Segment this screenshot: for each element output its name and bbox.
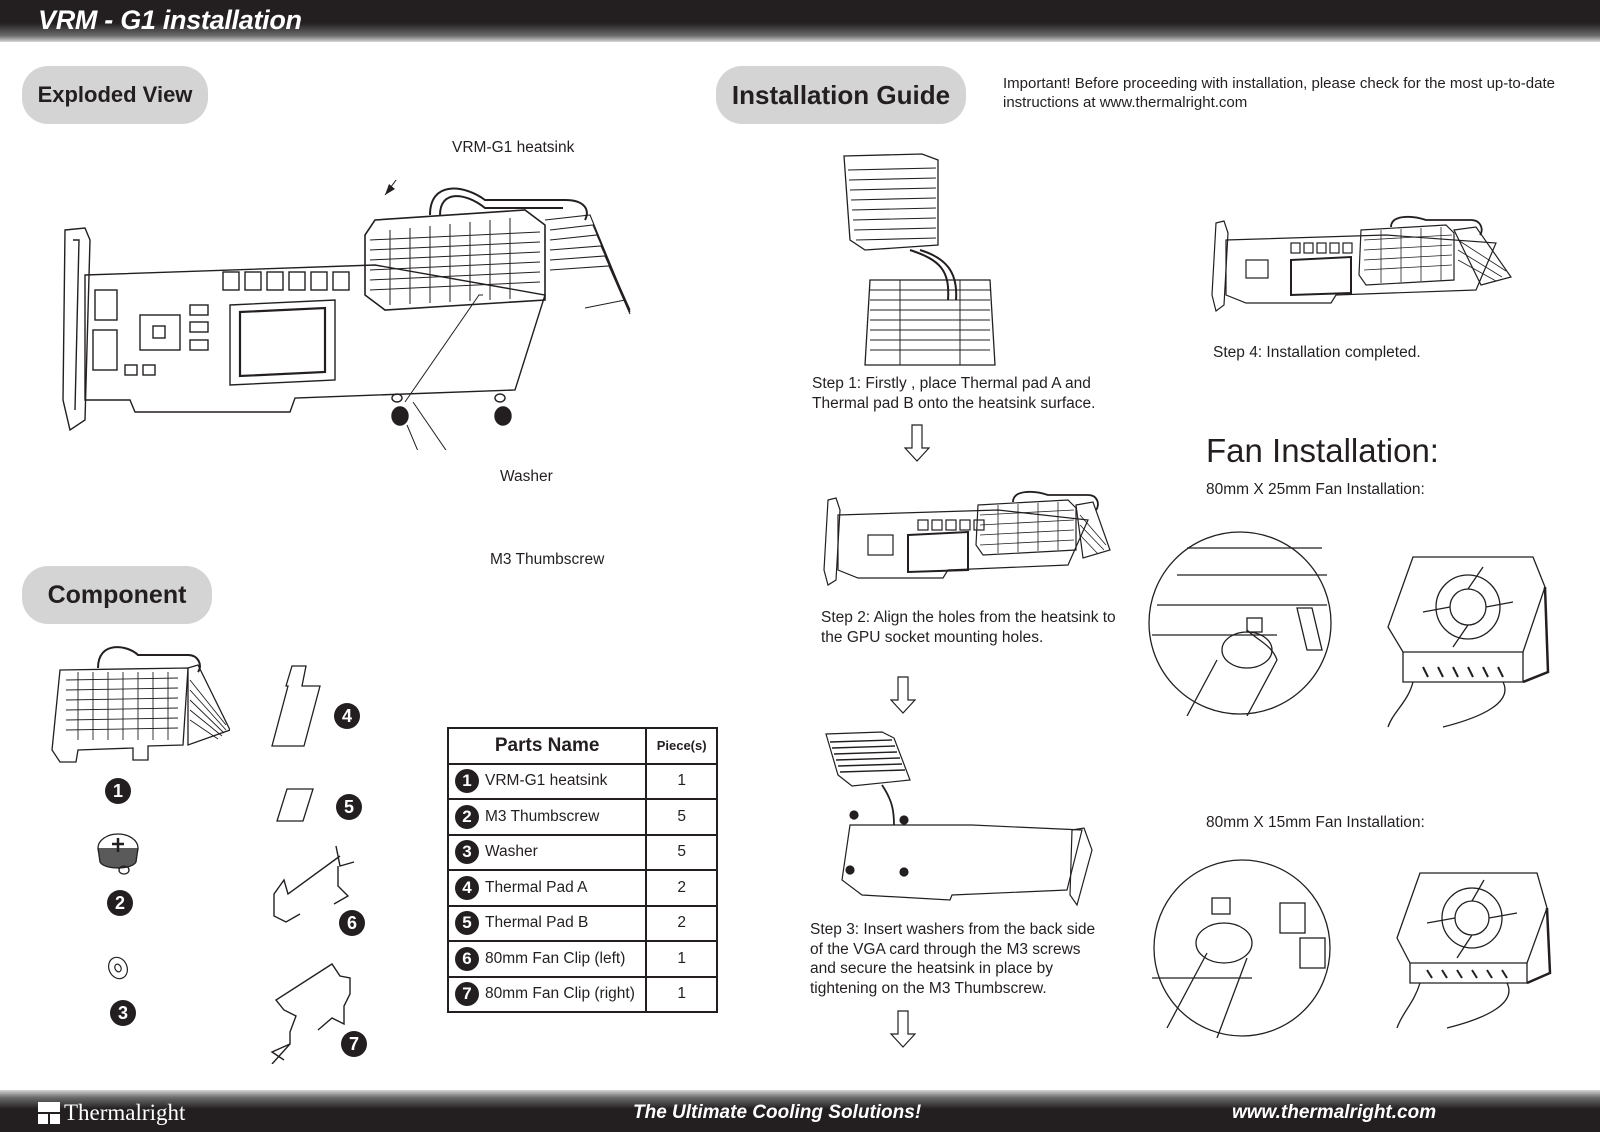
- fan-15mm-detail-illustration: [1152, 858, 1332, 1038]
- exploded-view-illustration: [45, 180, 645, 450]
- washer-illustration: [106, 956, 130, 980]
- component-number-badge: 1: [105, 778, 131, 804]
- arrow-down-icon: [890, 676, 916, 714]
- part-number-badge: 7: [455, 982, 479, 1007]
- step3-text: Step 3: Insert washers from the back sid…: [810, 921, 1096, 997]
- column-header-parts-name: Parts Name: [446, 727, 648, 765]
- arrow-down-icon: [890, 1010, 916, 1048]
- table-header-row: Parts Name Piece(s): [446, 727, 718, 765]
- part-number-badge: 6: [455, 946, 479, 971]
- callout-thumbscrew: M3 Thumbscrew: [490, 551, 605, 568]
- part-name: Washer: [485, 843, 538, 861]
- step2-text: Step 2: Align the holes from the heatsin…: [821, 609, 1116, 646]
- part-number-badge: 4: [455, 875, 479, 900]
- part-name: Thermal Pad A: [485, 878, 588, 896]
- component-number-badge: 2: [107, 890, 133, 916]
- part-name: 80mm Fan Clip (left): [485, 949, 626, 967]
- footer-bar: Thermalright The Ultimate Cooling Soluti…: [0, 1090, 1600, 1132]
- part-name: M3 Thumbscrew: [485, 807, 600, 825]
- part-name: 80mm Fan Clip (right): [485, 985, 635, 1003]
- part-quantity: 2: [645, 904, 718, 942]
- step4-text: Step 4: Installation completed.: [1213, 344, 1421, 361]
- part-quantity: 2: [645, 869, 718, 907]
- thermal-pad-b-illustration: [275, 787, 317, 823]
- component-number-badge: 4: [334, 703, 360, 729]
- header-bar: VRM - G1 installation: [0, 0, 1600, 42]
- component-number-badge: 3: [110, 1000, 136, 1026]
- part-number-badge: 3: [455, 840, 479, 865]
- thermalright-logo-icon: [38, 1102, 60, 1124]
- part-number-badge: 5: [455, 911, 479, 936]
- important-notice: Important! Before proceeding with instal…: [1003, 75, 1555, 111]
- section-heading-exploded-view: Exploded View: [22, 66, 208, 124]
- thumbscrew-illustration: [96, 832, 142, 876]
- component-number-badge: 7: [341, 1031, 367, 1057]
- arrow-down-icon: [904, 424, 930, 462]
- step2-card-illustration: [818, 490, 1113, 590]
- part-quantity: 5: [645, 833, 718, 871]
- fan-25mm-label: 80mm X 25mm Fan Installation:: [1206, 481, 1425, 498]
- fan-15mm-label: 80mm X 15mm Fan Installation:: [1206, 814, 1425, 831]
- thermal-pad-a-illustration: [270, 664, 326, 750]
- table-row: 3 Washer 5: [446, 833, 718, 871]
- component-number-badge: 5: [336, 794, 362, 820]
- section-heading-component: Component: [22, 566, 212, 624]
- table-row: 4 Thermal Pad A 2: [446, 869, 718, 907]
- step1-text: Step 1: Firstly , place Thermal pad A an…: [812, 375, 1096, 412]
- page-title: VRM - G1 installation: [38, 5, 302, 35]
- component-number-badge: 6: [339, 910, 365, 936]
- fan-25mm-mounted-illustration: [1383, 552, 1553, 738]
- part-number-badge: 1: [455, 769, 479, 794]
- table-row: 6 80mm Fan Clip (left) 1: [446, 940, 718, 978]
- part-quantity: 1: [645, 975, 718, 1013]
- brand-logo: Thermalright: [38, 1100, 185, 1126]
- part-quantity: 5: [645, 798, 718, 836]
- fan-25mm-detail-illustration: [1147, 530, 1333, 716]
- footer-url-link[interactable]: www.thermalright.com: [1232, 1102, 1436, 1124]
- table-row: 7 80mm Fan Clip (right) 1: [446, 975, 718, 1013]
- part-quantity: 1: [645, 762, 718, 800]
- column-header-pieces: Piece(s): [645, 727, 718, 765]
- brand-name: Thermalright: [64, 1100, 186, 1125]
- fan-15mm-mounted-illustration: [1392, 868, 1554, 1038]
- footer-tagline: The Ultimate Cooling Solutions!: [633, 1102, 922, 1123]
- section-heading-installation-guide: Installation Guide: [716, 66, 966, 124]
- part-quantity: 1: [645, 940, 718, 978]
- callout-washer: Washer: [500, 468, 553, 485]
- parts-table: Parts Name Piece(s) 1 VRM-G1 heatsink 1 2…: [446, 727, 718, 1013]
- table-row: 1 VRM-G1 heatsink 1: [446, 762, 718, 800]
- step1-heatsink-illustration: [840, 150, 1015, 368]
- fan-installation-heading: Fan Installation:: [1206, 432, 1439, 469]
- part-name: VRM-G1 heatsink: [485, 772, 608, 790]
- step3-backside-illustration: [822, 730, 1112, 916]
- table-row: 2 M3 Thumbscrew 5: [446, 798, 718, 836]
- table-row: 5 Thermal Pad B 2: [446, 904, 718, 942]
- heatsink-illustration: [38, 640, 230, 768]
- callout-heatsink: VRM-G1 heatsink: [452, 139, 575, 156]
- step4-completed-illustration: [1206, 215, 1518, 315]
- part-name: Thermal Pad B: [485, 914, 589, 932]
- part-number-badge: 2: [455, 804, 479, 829]
